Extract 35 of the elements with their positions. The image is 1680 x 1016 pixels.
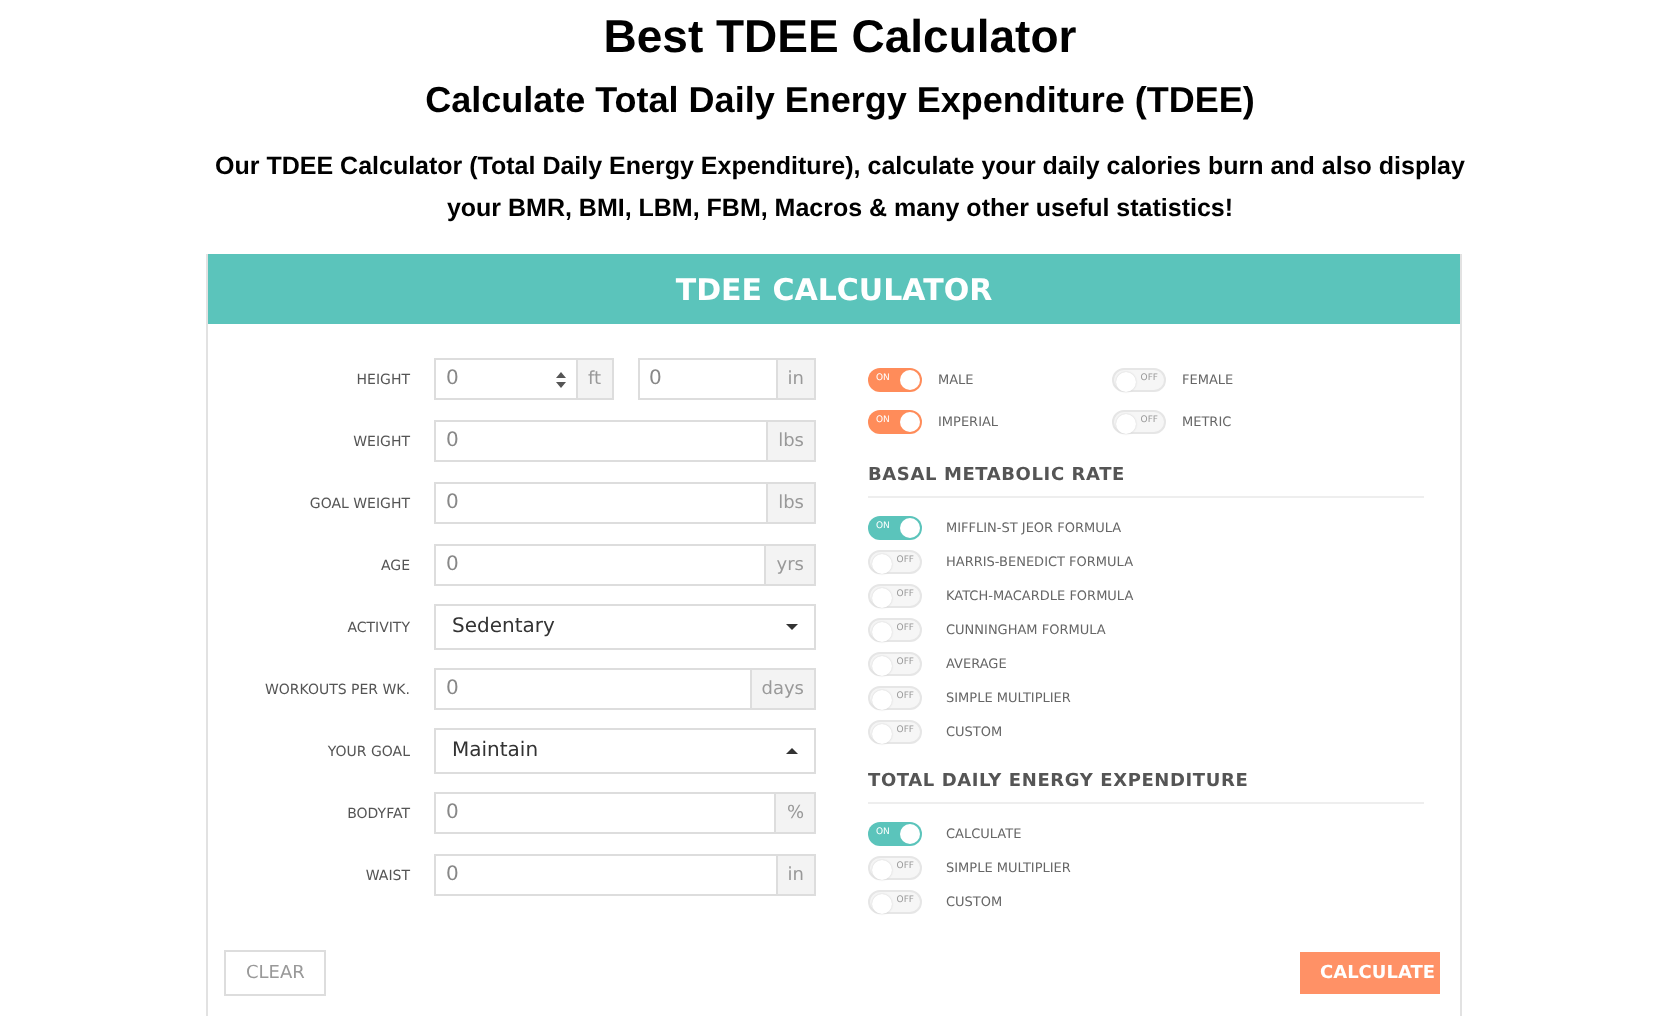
number-field[interactable]: 0 yrs [434,544,816,586]
unit-label: in [775,360,814,398]
dropdown[interactable]: Sedentary [434,604,816,650]
unit-label: lbs [766,484,814,522]
section-heading: TOTAL DAILY ENERGY EXPENDITURE [868,772,1424,804]
number-field[interactable]: 0 in [637,358,816,400]
unit-label: in [775,856,814,894]
intro-paragraph: Our TDEE Calculator (Total Daily Energy Expenditure), calculate your daily calories burn and also display your BMR, BMI, LBM, FBM, Macros & many other useful statistics! [213,150,1467,226]
section-heading: BASAL METABOLIC RATE [868,466,1424,498]
page-subtitle: Calculate Total Daily Energy Expenditure (TDEE) [425,80,1255,122]
page-title: Best TDEE Calculator [603,10,1077,64]
number-field[interactable]: 0 lbs [434,420,816,462]
number-input[interactable]: 0 [446,856,766,894]
number-field[interactable]: 0 ft [434,358,613,400]
unit-label: ft [575,360,611,398]
number-input[interactable]: 0 [446,484,757,522]
number-input[interactable]: 0 [446,546,755,584]
number-field[interactable]: 0 in [434,854,816,896]
number-input[interactable]: 0 [649,360,766,398]
number-field[interactable]: 0 lbs [434,482,816,524]
clear-button[interactable]: CLEAR [224,950,327,996]
spinner-icon[interactable] [555,371,566,387]
number-input[interactable]: 0 [446,670,740,708]
dropdown[interactable]: Maintain [434,728,816,774]
number-input[interactable]: 0 [446,422,757,460]
unit-label: lbs [766,422,814,460]
calculate-button[interactable]: CALCULATE [1300,952,1440,994]
number-field[interactable]: 0 % [434,792,816,834]
unit-label: % [774,794,814,832]
calculator-header: TDEE CALCULATOR [208,254,1460,324]
number-field[interactable]: 0 days [434,668,816,710]
number-input[interactable]: 0 [446,360,556,398]
unit-label: days [749,670,814,708]
unit-label: yrs [764,546,814,584]
number-input[interactable]: 0 [446,794,765,832]
